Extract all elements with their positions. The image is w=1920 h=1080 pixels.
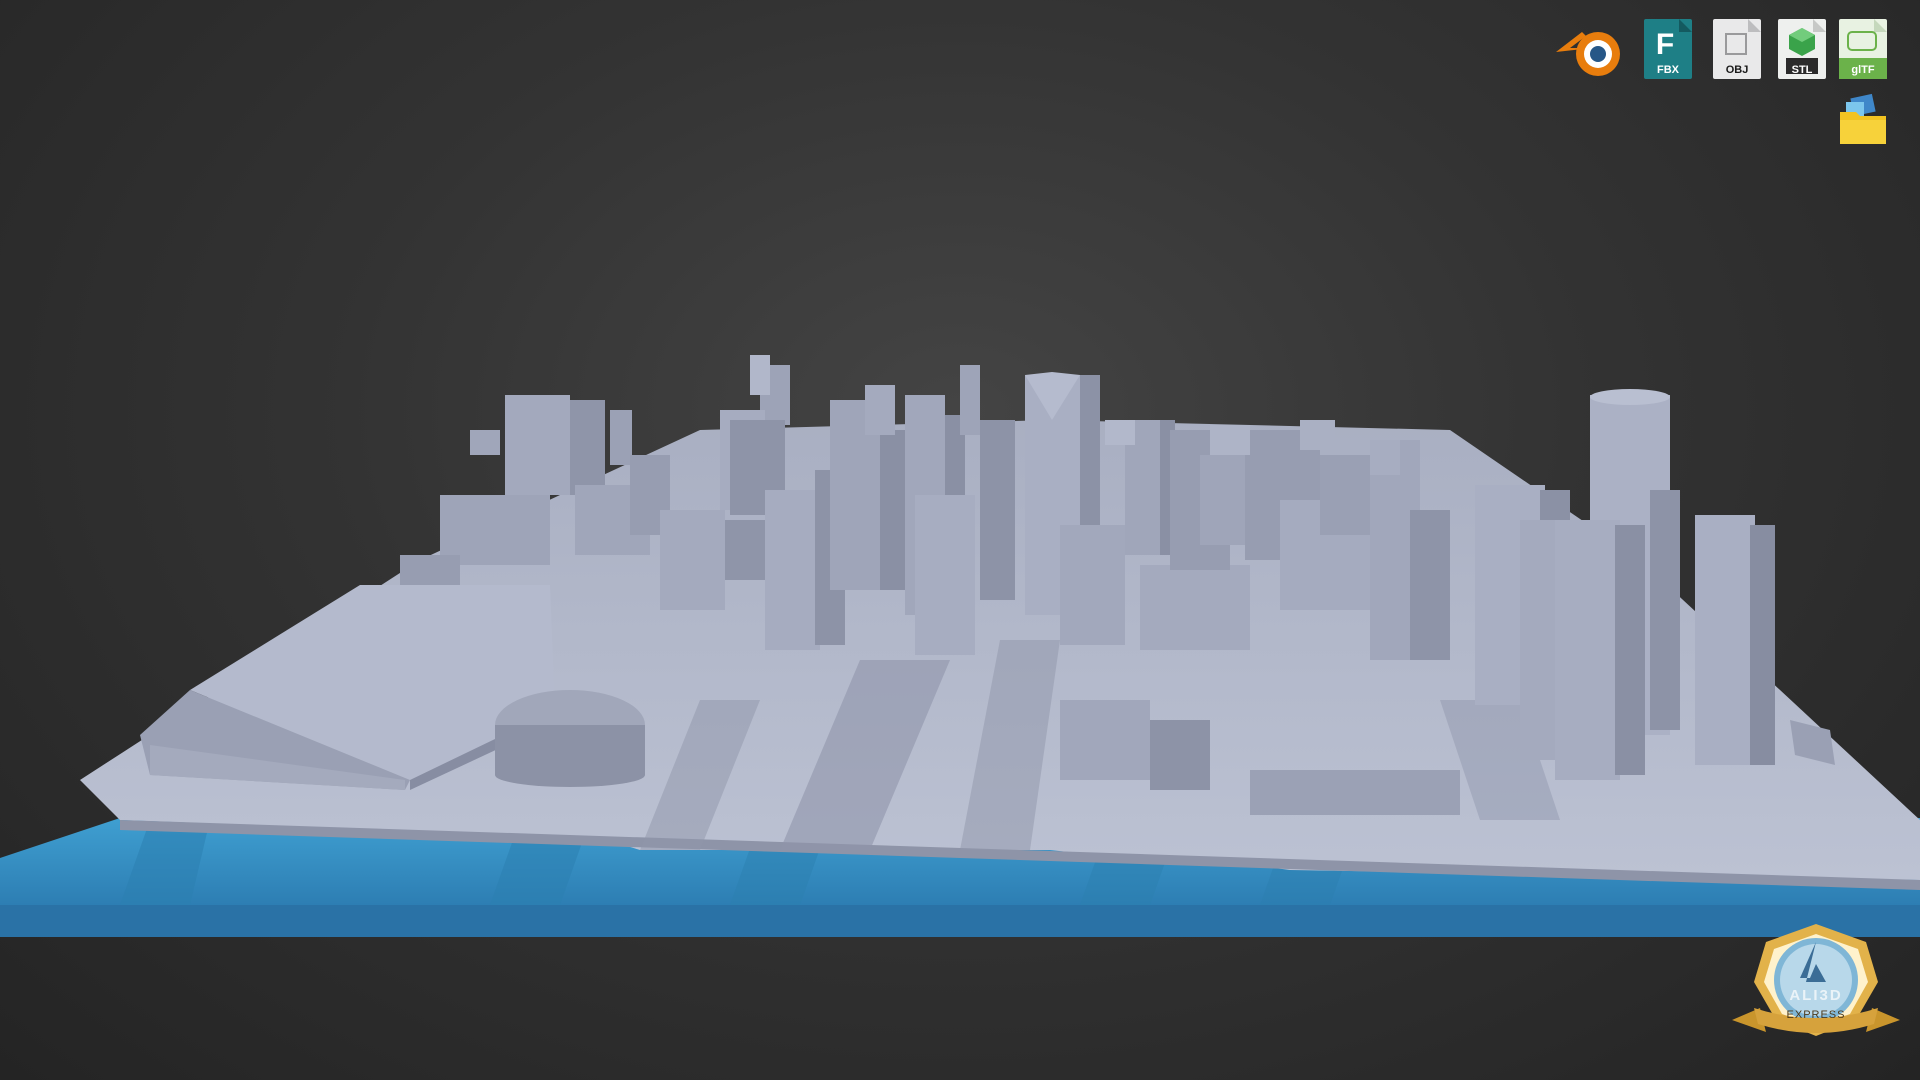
- obj-file-icon[interactable]: OBJ: [1712, 18, 1762, 80]
- svg-text:F: F: [1656, 28, 1674, 61]
- stl-label: STL: [1791, 64, 1813, 76]
- fbx-label: FBX: [1657, 64, 1679, 76]
- gltf-label: glTF: [1851, 64, 1875, 76]
- badge-brand-text: ALI3D: [1789, 987, 1843, 1004]
- obj-label: OBJ: [1725, 64, 1749, 76]
- gltf-file-icon[interactable]: glTF: [1838, 18, 1888, 80]
- blender-icon[interactable]: [1552, 18, 1630, 82]
- badge-subtitle-text: EXPRESS: [1786, 1009, 1846, 1021]
- stl-file-icon[interactable]: STL: [1777, 18, 1827, 80]
- city-model-viewport[interactable]: [0, 0, 1920, 1080]
- ali3d-express-badge: ALI3D EXPRESS: [1726, 920, 1906, 1045]
- folder-icon[interactable]: [1838, 92, 1888, 148]
- fbx-file-icon[interactable]: F FBX: [1643, 18, 1693, 80]
